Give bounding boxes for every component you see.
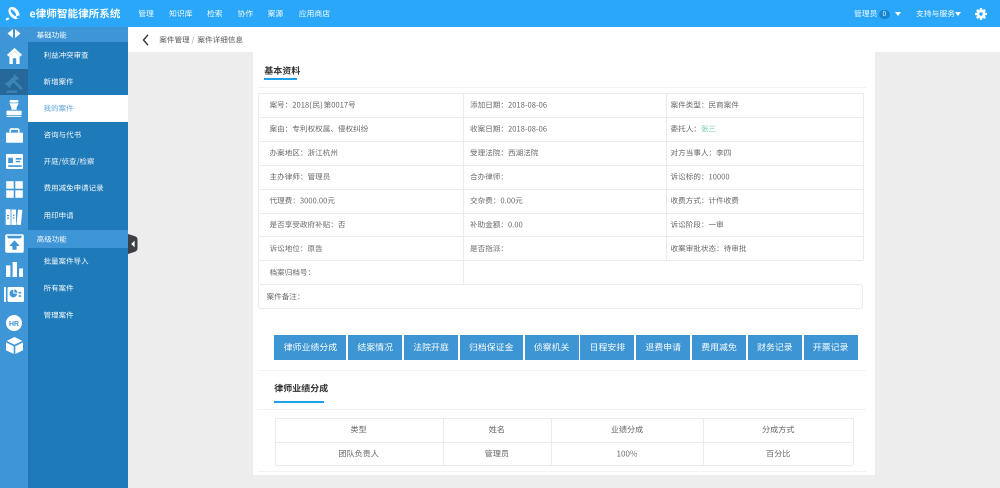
svg-text:HR: HR — [9, 321, 19, 328]
